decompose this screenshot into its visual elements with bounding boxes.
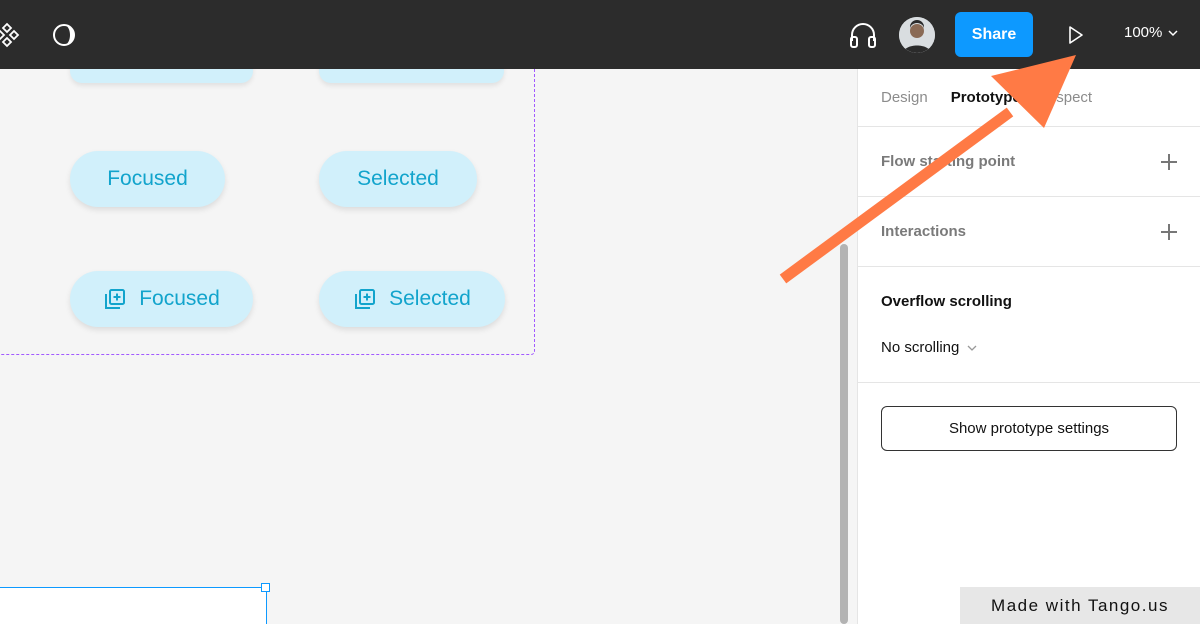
chip-selected-with-icon[interactable]: Selected: [319, 271, 505, 327]
overflow-section: Overflow scrolling No scrolling: [858, 267, 1200, 383]
chevron-down-icon: [1168, 29, 1178, 36]
flow-label: Flow starting point: [881, 153, 1016, 170]
tab-design[interactable]: Design: [881, 89, 928, 106]
chip-label: Selected: [357, 167, 439, 190]
chip-label: Focused: [139, 287, 220, 310]
interactions-label: Interactions: [881, 223, 967, 240]
add-flow-plus-icon[interactable]: [1161, 154, 1177, 170]
chip-partial[interactable]: [70, 69, 253, 83]
panel-tabs: Design Prototype Inspect: [881, 89, 1092, 106]
canvas[interactable]: Focused Selected Focused Selected: [0, 69, 857, 624]
chip-label: Focused: [107, 167, 188, 190]
add-to-library-icon: [355, 289, 376, 309]
zoom-dropdown[interactable]: 100%: [1124, 24, 1178, 41]
show-prototype-settings-button[interactable]: Show prototype settings: [881, 406, 1177, 451]
tabs-section: Design Prototype Inspect: [858, 69, 1200, 127]
tab-inspect[interactable]: Inspect: [1044, 89, 1092, 106]
chip-focused-with-icon[interactable]: Focused: [70, 271, 253, 327]
resize-handle[interactable]: [261, 583, 270, 592]
headphones-icon[interactable]: [848, 21, 878, 49]
canvas-scrollbar[interactable]: [840, 244, 848, 624]
theme-toggle-icon[interactable]: [52, 23, 76, 47]
chevron-down-icon: [967, 345, 977, 351]
zoom-label: 100%: [1124, 24, 1163, 41]
overflow-label: Overflow scrolling: [881, 293, 1012, 310]
overflow-dropdown[interactable]: No scrolling: [881, 339, 977, 356]
interactions-section: Interactions: [858, 197, 1200, 267]
selected-layer[interactable]: [0, 587, 267, 624]
tab-prototype[interactable]: Prototype: [951, 89, 1021, 106]
chip-partial[interactable]: [319, 69, 504, 83]
chip-selected[interactable]: Selected: [319, 151, 477, 207]
chip-focused[interactable]: Focused: [70, 151, 225, 207]
toolbar: Share 100%: [0, 0, 1200, 69]
avatar[interactable]: [899, 17, 935, 53]
properties-panel: Design Prototype Inspect Flow starting p…: [857, 69, 1200, 624]
overflow-value: No scrolling: [881, 339, 960, 356]
add-to-library-icon: [105, 289, 126, 309]
share-button[interactable]: Share: [955, 12, 1033, 57]
components-icon[interactable]: [0, 22, 20, 48]
play-icon[interactable]: [1066, 24, 1086, 46]
chip-label: Selected: [389, 287, 471, 310]
tango-watermark: Made with Tango.us: [960, 587, 1200, 624]
flow-section: Flow starting point: [858, 127, 1200, 197]
add-interaction-plus-icon[interactable]: [1161, 224, 1177, 240]
